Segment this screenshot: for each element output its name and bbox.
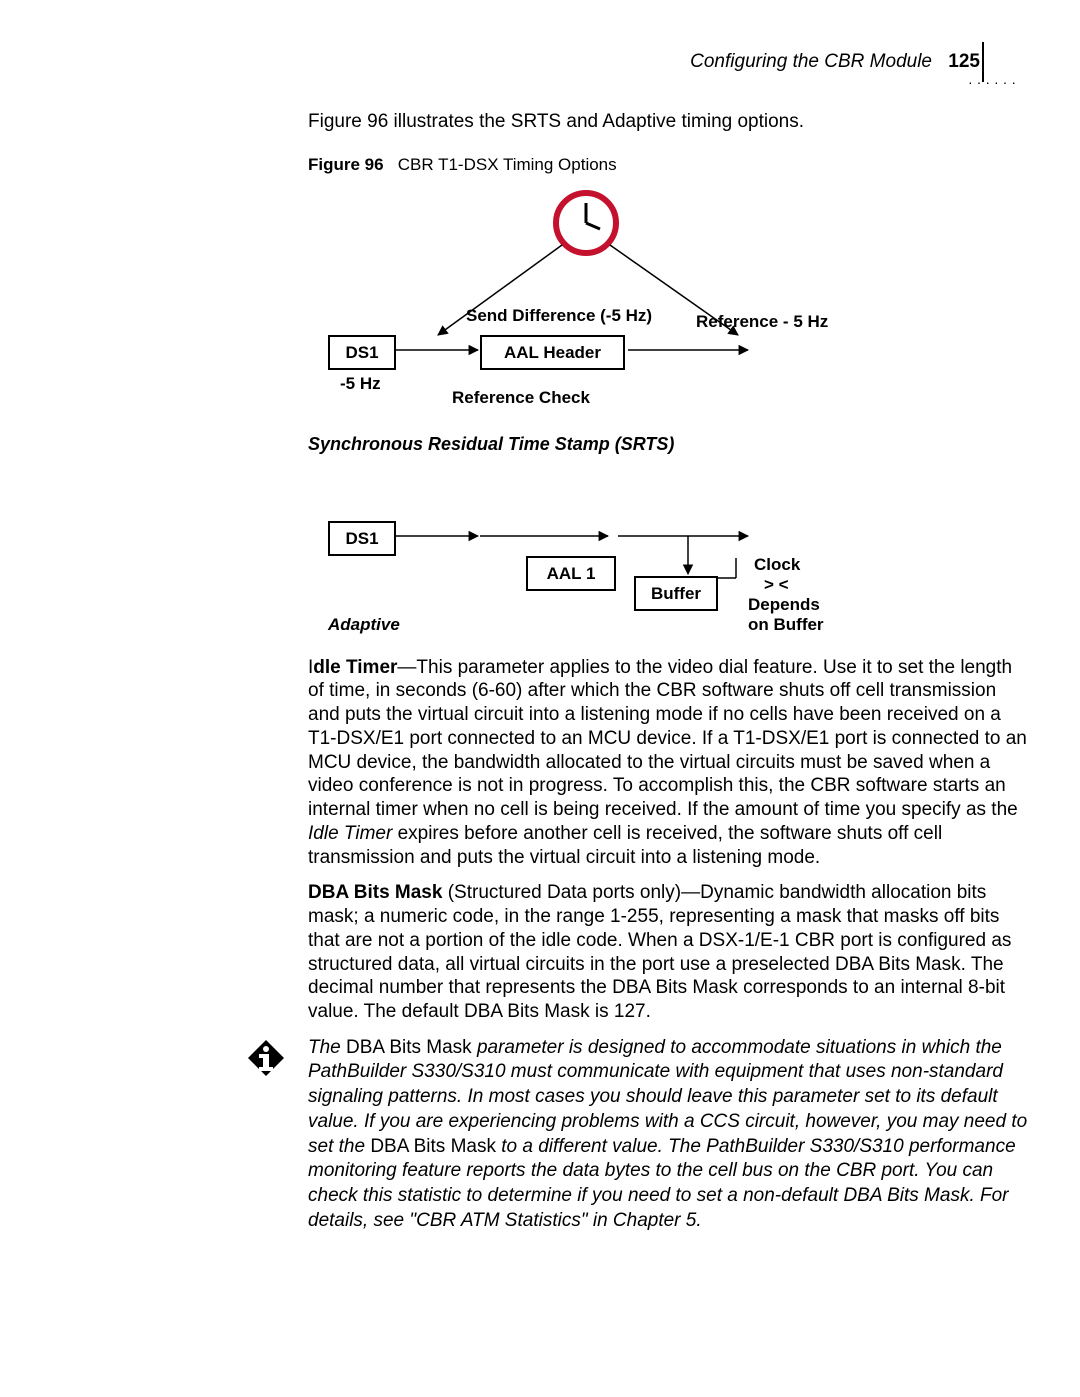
label-clock-3: Depends [748,594,820,615]
srts-diagram: Send Difference (-5 Hz) Reference - 5 Hz… [308,185,1028,425]
figure-caption: Figure 96 CBR T1-DSX Timing Options [308,154,1028,175]
srts-diagram-lines [308,185,1028,425]
dba-bits-mask-paragraph: DBA Bits Mask (Structured Data ports onl… [308,881,1028,1024]
idle-timer-body-2: expires before another cell is received,… [308,823,942,868]
adaptive-title: Adaptive [328,614,400,635]
header-dots: ······ [968,74,1020,92]
label-send-difference: Send Difference (-5 Hz) [466,305,652,326]
info-note-text: The DBA Bits Mask parameter is designed … [308,1036,1028,1234]
label-clock-1: Clock [754,554,800,575]
header-title: Configuring the CBR Module [690,50,932,74]
srts-title: Synchronous Residual Time Stamp (SRTS) [308,433,1028,456]
figure-number: Figure 96 [308,155,384,174]
intro-text: Figure 96 illustrates the SRTS and Adapt… [308,110,1028,134]
content-column: Figure 96 illustrates the SRTS and Adapt… [308,110,1028,1233]
idle-timer-body-1: —This parameter applies to the video dia… [308,657,1027,821]
info-note: The DBA Bits Mask parameter is designed … [308,1036,1028,1234]
note-seg-a: The [308,1037,346,1058]
page-header: Configuring the CBR Module 125 ······ [60,50,1020,80]
label-clock-4: on Buffer [748,614,824,635]
box-ds1-adaptive: DS1 [328,521,396,556]
box-buffer: Buffer [634,576,718,611]
idle-timer-paragraph: Idle Timer—This parameter applies to the… [308,656,1028,870]
idle-timer-italic: Idle Timer [308,823,392,844]
label-reference-5hz: Reference - 5 Hz [696,311,828,332]
figure-title: CBR T1-DSX Timing Options [398,155,617,174]
page-number: 125 [948,50,980,74]
label-reference-check: Reference Check [452,387,590,408]
label-minus-5hz: -5 Hz [340,373,381,394]
box-aal1: AAL 1 [526,556,616,591]
idle-timer-term: dle Timer [313,657,397,678]
box-aal-header: AAL Header [480,335,625,370]
label-clock-2: > < [764,574,789,595]
dba-term: DBA Bits Mask [308,882,442,903]
note-seg-b: DBA Bits Mask [346,1037,472,1058]
page: Configuring the CBR Module 125 ······ Fi… [0,0,1080,1397]
note-seg-d: DBA Bits Mask [370,1136,496,1157]
box-ds1: DS1 [328,335,396,370]
info-icon [244,1036,288,1234]
adaptive-diagram: DS1 AAL 1 Buffer Clock > < Depends on Bu… [308,506,1028,656]
